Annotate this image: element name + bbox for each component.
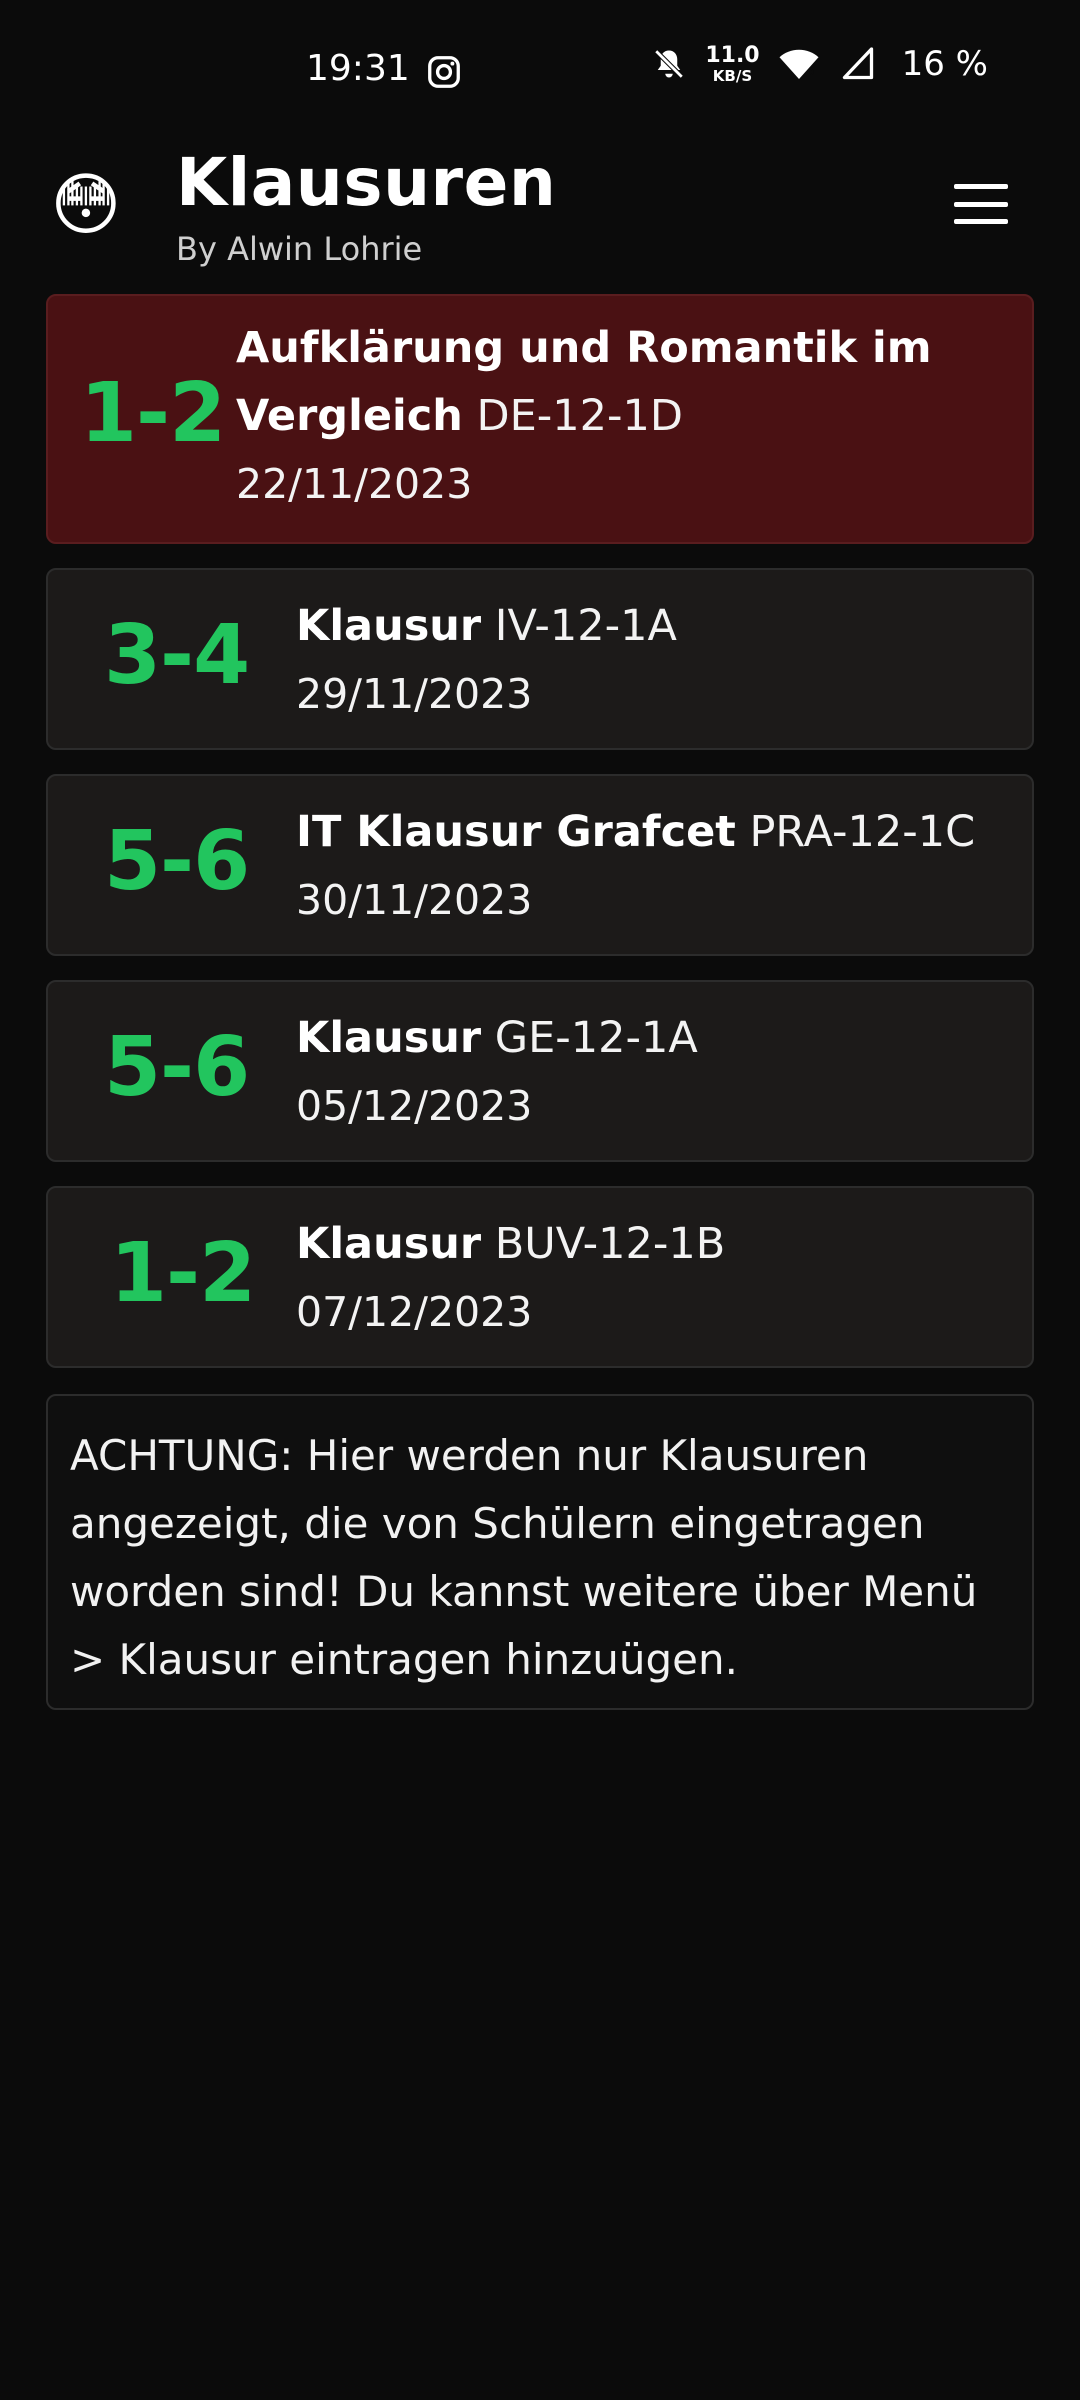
- network-speed: 11.0 KB/S: [705, 42, 760, 85]
- exam-periods: 5-6: [104, 1020, 250, 1115]
- status-indicators: 11.0 KB/S 16 %: [651, 44, 988, 84]
- exam-name: Klausur: [296, 601, 482, 651]
- exam-card[interactable]: 5-6 IT Klausur Grafcet PRA-12-1C 30/11/2…: [46, 774, 1034, 956]
- exam-periods: 5-6: [104, 814, 250, 909]
- info-note: ACHTUNG: Hier werden nur Klausuren angez…: [46, 1394, 1034, 1710]
- speed-unit: KB/S: [712, 66, 753, 85]
- speed-value: 11.0: [705, 42, 760, 68]
- exam-class-code: BUV-12-1B: [494, 1219, 726, 1269]
- avatar-emoji: 😳: [50, 166, 122, 245]
- page-subtitle: By Alwin Lohrie: [176, 230, 423, 268]
- exam-details: Klausur GE-12-1A 05/12/2023: [296, 1004, 1016, 1140]
- exam-details: Klausur BUV-12-1B 07/12/2023: [296, 1210, 1016, 1346]
- exam-card[interactable]: 1-2 Aufklärung und Romantik im Vergleich…: [46, 294, 1034, 544]
- exam-periods: 3-4: [104, 608, 250, 703]
- hamburger-menu-icon[interactable]: [954, 184, 1008, 224]
- exam-class-code: DE-12-1D: [476, 391, 684, 441]
- battery-level: 16 %: [901, 44, 988, 84]
- exam-details: Aufklärung und Romantik im Vergleich DE-…: [236, 314, 1016, 518]
- exam-card[interactable]: 1-2 Klausur BUV-12-1B 07/12/2023: [46, 1186, 1034, 1368]
- exam-periods: 1-2: [80, 366, 226, 461]
- exam-date: 05/12/2023: [296, 1082, 533, 1130]
- exam-name: IT Klausur Grafcet: [296, 807, 736, 857]
- exam-class-code: IV-12-1A: [494, 601, 677, 651]
- bell-off-icon: [654, 48, 685, 80]
- wifi-icon: [779, 49, 819, 79]
- exam-date: 29/11/2023: [296, 670, 533, 718]
- exam-class-code: PRA-12-1C: [749, 807, 976, 857]
- exam-date: 30/11/2023: [296, 876, 533, 924]
- exam-details: Klausur IV-12-1A 29/11/2023: [296, 592, 1016, 728]
- exam-name: Klausur: [296, 1013, 482, 1063]
- signal-icon: [842, 47, 873, 80]
- exam-class-code: GE-12-1A: [494, 1013, 698, 1063]
- exam-date: 07/12/2023: [296, 1288, 533, 1336]
- status-bar: 19:31 11.0 KB/S 16 %: [0, 0, 1080, 140]
- exam-name: Klausur: [296, 1219, 482, 1269]
- exam-details: IT Klausur Grafcet PRA-12-1C 30/11/2023: [296, 798, 1016, 934]
- exam-card[interactable]: 5-6 Klausur GE-12-1A 05/12/2023: [46, 980, 1034, 1162]
- page-title: Klausuren: [176, 144, 557, 221]
- exam-date: 22/11/2023: [236, 460, 473, 508]
- app-header: 😳 Klausuren By Alwin Lohrie: [0, 140, 1080, 290]
- status-time: 19:31: [306, 48, 410, 89]
- exam-card[interactable]: 3-4 Klausur IV-12-1A 29/11/2023: [46, 568, 1034, 750]
- exam-periods: 1-2: [110, 1226, 256, 1321]
- instagram-icon: [428, 56, 460, 88]
